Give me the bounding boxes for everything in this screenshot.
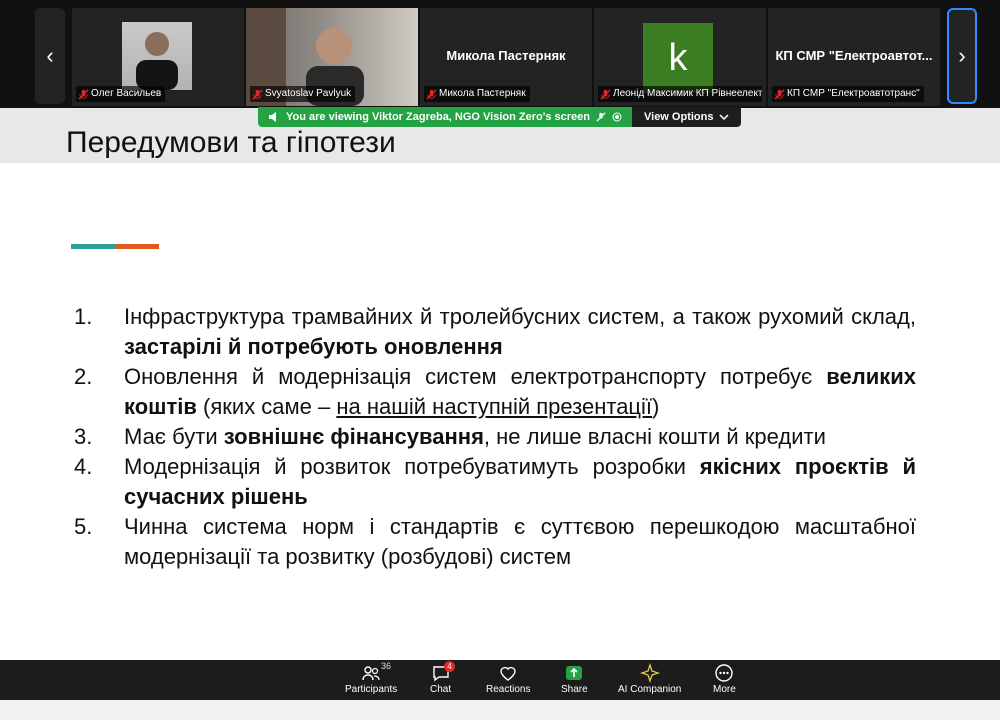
participant-label: КП СМР "Електроавтотранс": [772, 86, 924, 102]
participant-tile-leonid[interactable]: k Леонід Максимик КП Рівнеелектро...: [594, 8, 766, 106]
mic-off-icon: [78, 88, 89, 100]
slide-list-item: 5. Чинна система норм і стандартів є сутт…: [74, 512, 916, 572]
previous-page-button[interactable]: ‹: [35, 8, 65, 104]
record-icon: [612, 112, 622, 122]
mic-off-icon: [774, 88, 785, 100]
chevron-left-icon: ‹: [46, 43, 54, 68]
bold-text: зовнішнє фінансування: [223, 424, 484, 449]
viewing-banner: You are viewing Viktor Zagreba, NGO Visi…: [258, 107, 742, 127]
window-bottom-edge: [0, 700, 1000, 720]
slide-list-item: 2. Оновлення й модернізація систем електр…: [74, 362, 916, 422]
text-run: Оновлення й модернізація систем електрот…: [124, 364, 827, 389]
view-options-button[interactable]: View Options: [632, 107, 742, 127]
slide-list-item: 1. Інфраструктура трамвайних й тролейбусн…: [74, 302, 916, 362]
participant-avatar: k: [643, 23, 713, 93]
participant-tile-svyatoslav[interactable]: Svyatoslav Pavlyuk: [246, 8, 418, 106]
slide-list-item: 3. Має бути зовнішнє фінансування, не лиш…: [74, 422, 916, 452]
chevron-down-icon: [719, 114, 730, 120]
sparkle-icon: [639, 663, 660, 683]
share-button[interactable]: Share: [561, 663, 588, 695]
participants-button[interactable]: 36 Participants: [345, 661, 397, 695]
list-item-text: Оновлення й модернізація систем електрот…: [124, 362, 916, 422]
slide-title: Передумови та гіпотези: [66, 126, 396, 159]
mic-off-icon: [600, 88, 611, 100]
heart-icon: [500, 666, 516, 681]
more-icon: [715, 664, 734, 682]
text-run: Інфраструктура трамвайних й тролейбусних…: [124, 304, 916, 329]
list-item-number: 5.: [74, 514, 93, 539]
text-run: (яких саме –: [196, 394, 337, 419]
next-page-button[interactable]: ›: [947, 8, 977, 104]
list-item-text: Має бути зовнішнє фінансування, не лише …: [124, 422, 916, 452]
text-run: Має бути: [124, 424, 224, 449]
participant-tile-kp-smr[interactable]: КП СМР "Електроавтот... КП СМР "Електроа…: [768, 8, 940, 106]
bold-text: застарілі й потребують оновлення: [124, 334, 503, 359]
participant-tile-mykola[interactable]: Микола Пастерняк Микола Пастерняк: [420, 8, 592, 106]
share-icon: [566, 666, 583, 680]
list-item-number: 1.: [74, 304, 93, 329]
ai-companion-button[interactable]: AI Companion: [618, 663, 681, 695]
text-run: Чинна система норм і стандартів є суттєв…: [124, 514, 916, 569]
list-item-text: Модернізація й розвиток потребуватимуть …: [124, 452, 916, 512]
chat-button[interactable]: 4 Chat: [430, 661, 455, 695]
mic-off-icon: [596, 112, 606, 122]
participant-strip: ‹ Олег Васильев Svyatoslav Pavlyuk Микол…: [0, 0, 1000, 108]
participant-display-name: КП СМР "Електроавтот...: [775, 48, 933, 63]
underlined-text: на нашій наступній презентації: [336, 394, 653, 419]
mic-off-icon: [252, 88, 263, 100]
slide-list: 1. Інфраструктура трамвайних й тролейбусн…: [74, 302, 916, 572]
participant-video: [122, 22, 192, 90]
speaker-icon: [269, 112, 276, 122]
person-silhouette: [136, 32, 178, 90]
slide-list-item: 4. Модернізація й розвиток потребуватимут…: [74, 452, 916, 512]
list-item-text: Інфраструктура трамвайних й тролейбусних…: [124, 302, 916, 362]
chevron-right-icon: ›: [958, 43, 966, 68]
list-item-text: Чинна система норм і стандартів є суттєв…: [124, 512, 916, 572]
participant-tile-oleg[interactable]: Олег Васильев: [72, 8, 244, 106]
participant-display-name: Микола Пастерняк: [446, 48, 566, 63]
text-run: , не лише власні кошти й кредити: [483, 424, 826, 449]
text-run: Модернізація й розвиток потребуватимуть …: [124, 454, 700, 479]
participants-count: 36: [381, 661, 392, 671]
participant-label: Svyatoslav Pavlyuk: [250, 86, 356, 102]
text-run: ): [652, 394, 660, 419]
accent-bar-teal: [71, 244, 115, 249]
meeting-toolbar: 36 Participants 4 Chat Reactions Share A…: [0, 660, 1000, 700]
participant-label: Леонід Максимик КП Рівнеелектро...: [598, 86, 762, 102]
accent-bar-orange: [115, 244, 159, 249]
mic-off-icon: [426, 88, 437, 100]
viewing-message: You are viewing Viktor Zagreba, NGO Visi…: [258, 107, 632, 127]
more-button[interactable]: More: [713, 663, 736, 695]
reactions-button[interactable]: Reactions: [486, 663, 530, 695]
list-item-number: 3.: [74, 424, 93, 449]
chat-badge: 4: [444, 661, 455, 672]
list-item-number: 4.: [74, 454, 93, 479]
list-item-number: 2.: [74, 364, 93, 389]
participants-icon: [362, 666, 380, 681]
shared-screen-slide: Передумови та гіпотези 1. Інфраструктура …: [0, 108, 1000, 660]
participant-label: Микола Пастерняк: [424, 86, 530, 102]
participant-label: Олег Васильев: [76, 86, 166, 102]
